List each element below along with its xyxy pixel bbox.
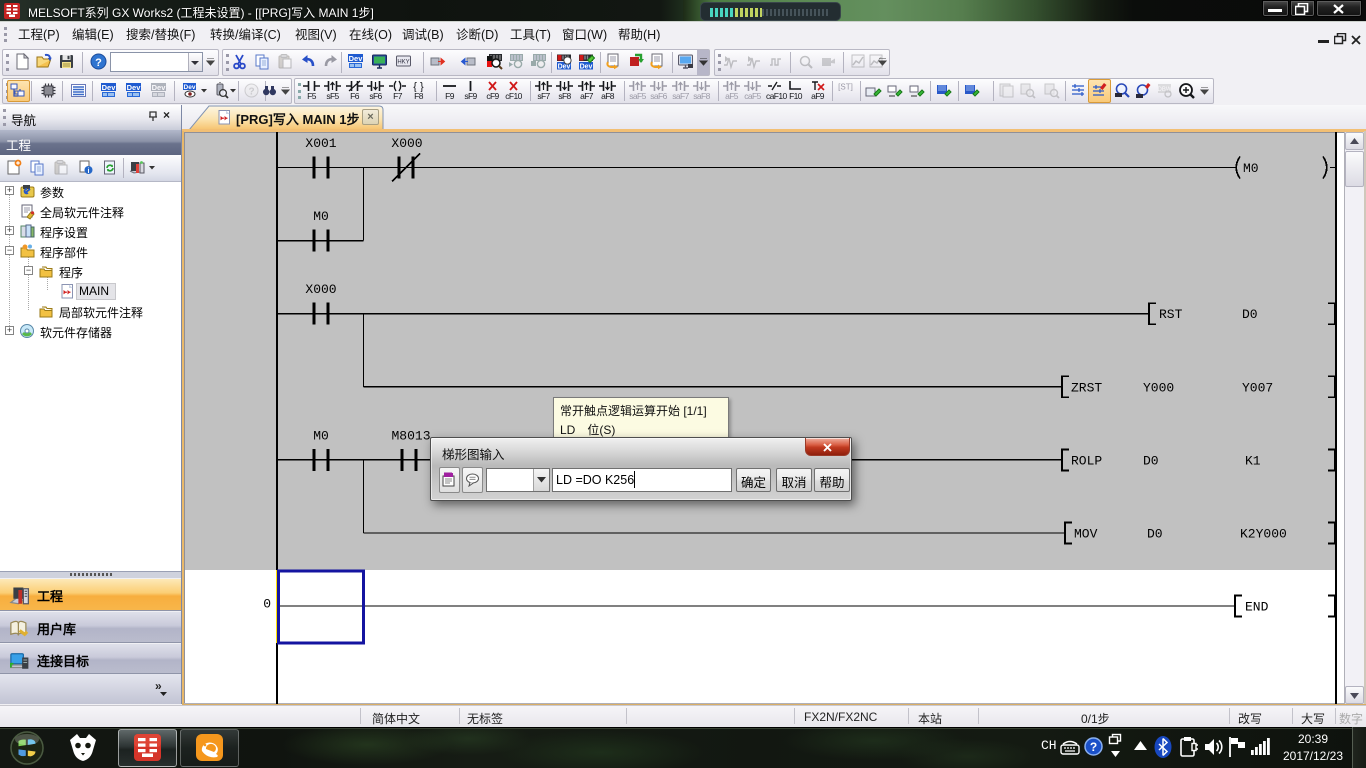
svg-text:K1: K1: [1245, 453, 1261, 468]
svg-text:X001: X001: [305, 136, 336, 151]
svg-text:M0: M0: [313, 429, 329, 444]
svg-text:HKY: HKY: [397, 60, 409, 66]
svg-text:Dev: Dev: [127, 83, 142, 92]
svg-text:ZRST: ZRST: [1071, 380, 1102, 395]
svg-text:X000: X000: [391, 136, 422, 151]
svg-text:Dev: Dev: [349, 54, 364, 63]
svg-text:D0: D0: [1147, 527, 1163, 542]
svg-text:M0: M0: [313, 209, 329, 224]
svg-text:Dev: Dev: [184, 84, 196, 91]
svg-text:i: i: [88, 168, 90, 175]
svg-text:ROLP: ROLP: [1071, 453, 1102, 468]
svg-text:[ST]: [ST]: [838, 83, 853, 92]
svg-text:0: 0: [263, 597, 271, 612]
svg-text:Dev: Dev: [580, 64, 593, 71]
svg-text:MOV: MOV: [1074, 527, 1098, 542]
svg-text:D0: D0: [1143, 453, 1159, 468]
svg-text:X000: X000: [305, 282, 336, 297]
svg-text:Dev: Dev: [102, 83, 117, 92]
svg-text:RST: RST: [1159, 307, 1183, 322]
svg-text:M8013: M8013: [391, 429, 430, 444]
svg-text:Y000: Y000: [1143, 380, 1174, 395]
svg-text:D0: D0: [1242, 307, 1258, 322]
svg-text:END: END: [1245, 600, 1269, 615]
svg-text:?: ?: [95, 57, 102, 69]
svg-text:Y007: Y007: [1242, 380, 1273, 395]
svg-text:Dev: Dev: [558, 64, 571, 71]
svg-text:M0: M0: [1243, 161, 1259, 176]
svg-text:K2Y000: K2Y000: [1240, 527, 1287, 542]
svg-text:Dev: Dev: [152, 83, 167, 92]
svg-text:?: ?: [1090, 740, 1097, 754]
svg-text:?: ?: [248, 87, 254, 98]
